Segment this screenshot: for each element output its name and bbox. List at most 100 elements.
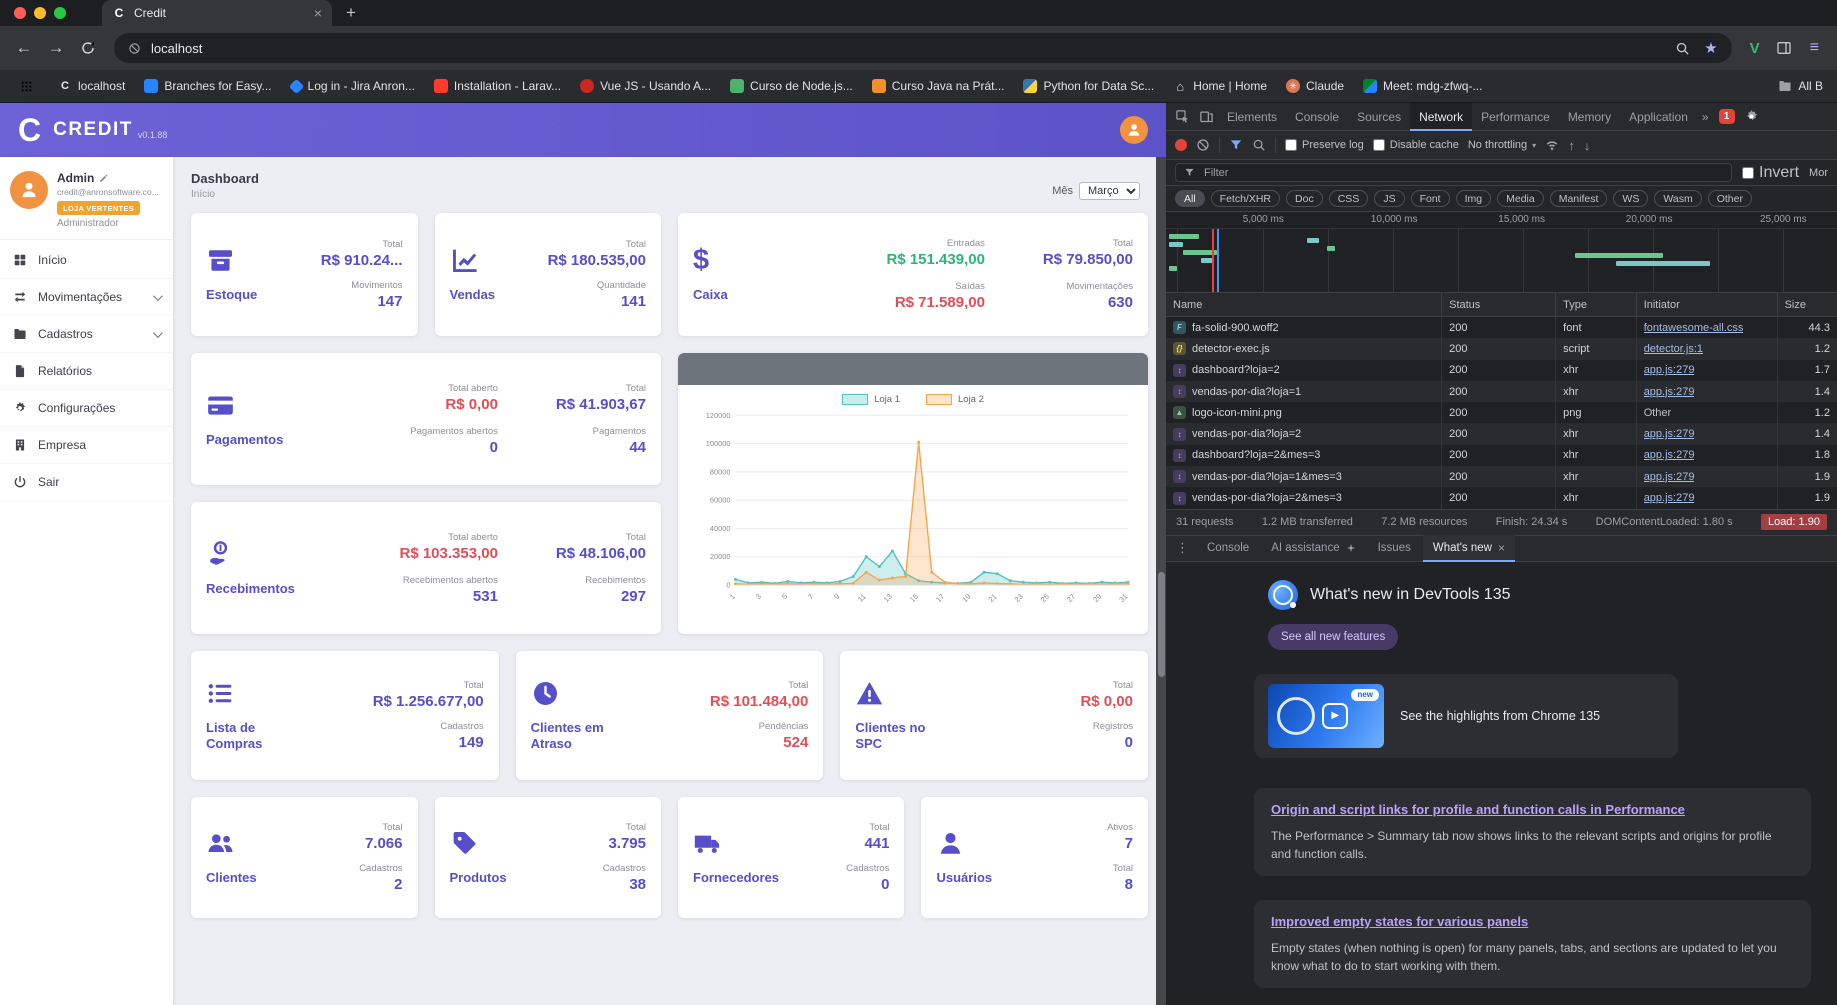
- tab-console[interactable]: Console: [1286, 103, 1348, 131]
- request-initiator-link[interactable]: app.js:279: [1644, 364, 1695, 376]
- import-har-icon[interactable]: ↑: [1568, 138, 1575, 153]
- drawer-menu-icon[interactable]: ⋮: [1170, 540, 1195, 556]
- sidebar-item-cadastros[interactable]: Cadastros: [0, 316, 173, 353]
- card-caixa[interactable]: $ Caixa Entradas R$ 151.439,00 Total R$ 79…: [678, 213, 1148, 336]
- drawer-tab-ai-assistance[interactable]: AI assistance: [1261, 535, 1365, 562]
- more-tabs-icon[interactable]: »: [1697, 110, 1714, 124]
- throttling-select[interactable]: No throttling ▾: [1468, 139, 1536, 151]
- inspect-element-icon[interactable]: [1170, 105, 1194, 129]
- network-overview-timeline[interactable]: 5,000 ms 10,000 ms 15,000 ms 20,000 ms 2…: [1166, 212, 1837, 293]
- chip-wasm[interactable]: Wasm: [1654, 190, 1702, 207]
- card-fornecedores[interactable]: Fornecedores Total 441 Cadastros 0: [678, 797, 905, 918]
- bookmark-item[interactable]: Installation - Larav...: [433, 79, 561, 93]
- bookmark-item[interactable]: Curso Java na Prát...: [871, 79, 1004, 93]
- card-clientes-atraso[interactable]: Clientes em Atraso Total R$ 101.484,00 Pe…: [515, 651, 824, 780]
- chip-manifest[interactable]: Manifest: [1549, 190, 1608, 207]
- card-usuarios[interactable]: Usuários Ativos 7 Total 8: [921, 797, 1148, 918]
- network-request-row[interactable]: ↕ vendas-por-dia?loja=1&mes=3 200 xhr app…: [1166, 466, 1837, 488]
- bookmark-item[interactable]: Meet: mdg-zfwq-...: [1363, 79, 1482, 93]
- card-estoque[interactable]: Estoque Total R$ 910.24... Movimentos 147: [191, 213, 418, 336]
- column-status[interactable]: Status: [1441, 293, 1555, 316]
- bookmark-star-icon[interactable]: ★: [1704, 39, 1717, 57]
- maximize-window-button[interactable]: [54, 7, 66, 19]
- chip-other[interactable]: Other: [1707, 190, 1752, 207]
- feature-link[interactable]: Improved empty states for various panels: [1271, 914, 1528, 929]
- address-bar[interactable]: localhost ★: [114, 33, 1732, 63]
- chip-js[interactable]: JS: [1374, 190, 1405, 207]
- see-all-features-button[interactable]: See all new features: [1268, 623, 1399, 650]
- reload-icon[interactable]: [74, 34, 102, 62]
- chip-media[interactable]: Media: [1497, 190, 1544, 207]
- request-initiator-link[interactable]: app.js:279: [1644, 471, 1695, 483]
- network-request-row[interactable]: {} detector-exec.js 200 script detector.j…: [1166, 338, 1837, 360]
- page-scrollbar[interactable]: [1156, 157, 1166, 1005]
- filter-funnel-icon[interactable]: [1229, 138, 1243, 152]
- column-initiator[interactable]: Initiator: [1635, 293, 1777, 316]
- tab-network[interactable]: Network: [1410, 102, 1473, 131]
- network-request-row[interactable]: ▲ logo-icon-mini.png 200 png Other 1.2: [1166, 402, 1837, 424]
- card-clientes[interactable]: Clientes Total 7.066 Cadastros 2: [191, 797, 418, 918]
- network-request-row[interactable]: Ffa-solid-900.woff2 200 font fontawesome…: [1166, 317, 1837, 339]
- site-info-icon[interactable]: [128, 42, 141, 55]
- invert-checkbox[interactable]: Invert: [1742, 164, 1799, 182]
- tab-elements[interactable]: Elements: [1218, 103, 1286, 131]
- column-size[interactable]: Size: [1776, 293, 1837, 316]
- clear-network-log-icon[interactable]: [1196, 138, 1210, 152]
- network-request-row[interactable]: ↕ vendas-por-dia?loja=2&mes=3 200 xhr app…: [1166, 487, 1837, 509]
- scrollbar-thumb[interactable]: [1157, 572, 1165, 677]
- disable-cache-checkbox[interactable]: Disable cache: [1372, 139, 1459, 151]
- tab-sources[interactable]: Sources: [1348, 103, 1410, 131]
- request-initiator-link[interactable]: app.js:279: [1644, 449, 1695, 461]
- request-initiator-link[interactable]: app.js:279: [1644, 428, 1695, 440]
- card-vendas[interactable]: Vendas Total R$ 180.535,00 Quantidade 141: [434, 213, 661, 336]
- chip-font[interactable]: Font: [1410, 190, 1450, 207]
- drawer-tab-whats-new[interactable]: What's new ×: [1422, 534, 1515, 562]
- more-filters-label[interactable]: Mor: [1809, 167, 1828, 179]
- network-filter-input[interactable]: [1202, 165, 1724, 180]
- month-select[interactable]: Março: [1079, 182, 1140, 200]
- column-name[interactable]: Name: [1166, 293, 1441, 316]
- export-har-icon[interactable]: ↓: [1584, 138, 1591, 153]
- extension-v-icon[interactable]: V: [1750, 40, 1760, 57]
- side-panel-icon[interactable]: [1776, 40, 1792, 56]
- browser-tab[interactable]: C Credit ×: [102, 0, 332, 26]
- drawer-tab-console[interactable]: Console: [1197, 535, 1259, 562]
- new-tab-button[interactable]: +: [346, 3, 356, 23]
- network-conditions-icon[interactable]: [1545, 138, 1559, 152]
- close-window-button[interactable]: [14, 7, 26, 19]
- column-type[interactable]: Type: [1555, 293, 1636, 316]
- edit-pencil-icon[interactable]: [99, 174, 108, 183]
- sidebar-item-empresa[interactable]: Empresa: [0, 427, 173, 464]
- request-initiator-link[interactable]: app.js:279: [1644, 386, 1695, 398]
- bookmark-item[interactable]: ⌂ Home | Home: [1173, 79, 1267, 94]
- tab-performance[interactable]: Performance: [1472, 103, 1559, 131]
- request-initiator-link[interactable]: detector.js:1: [1644, 343, 1703, 355]
- bookmark-item[interactable]: Vue JS - Usando A...: [580, 79, 711, 93]
- bookmark-item[interactable]: Branches for Easy...: [144, 79, 272, 93]
- minimize-window-button[interactable]: [34, 7, 46, 19]
- bookmark-item[interactable]: ✳ Claude: [1286, 79, 1344, 93]
- chip-all[interactable]: All: [1175, 190, 1205, 207]
- request-initiator-link[interactable]: app.js:279: [1644, 492, 1695, 504]
- network-request-row[interactable]: ↕ dashboard?loja=2 200 xhr app.js:279 1.7: [1166, 359, 1837, 381]
- card-pagamentos[interactable]: Pagamentos Total aberto R$ 0,00 Total R$ 4…: [191, 353, 661, 485]
- search-tabs-icon[interactable]: [1675, 41, 1690, 56]
- highlights-video-card[interactable]: new ▶ See the highlights from Chrome 135: [1254, 673, 1678, 758]
- network-request-row[interactable]: ↕ vendas-por-dia?loja=2 200 xhr app.js:27…: [1166, 423, 1837, 445]
- back-icon[interactable]: ←: [10, 34, 38, 62]
- sidebar-item-inicio[interactable]: Início: [0, 242, 173, 279]
- network-request-row[interactable]: ↕ dashboard?loja=2&mes=3 200 xhr app.js:2…: [1166, 444, 1837, 467]
- sidebar-item-relatorios[interactable]: Relatórios: [0, 353, 173, 390]
- chip-img[interactable]: Img: [1455, 190, 1492, 207]
- record-network-log-icon[interactable]: [1175, 139, 1187, 151]
- request-initiator-link[interactable]: fontawesome-all.css: [1644, 322, 1744, 334]
- search-icon[interactable]: [1252, 138, 1266, 152]
- tab-close-icon[interactable]: ×: [314, 5, 322, 21]
- chip-fetch-xhr[interactable]: Fetch/XHR: [1210, 190, 1281, 207]
- card-recebimentos[interactable]: Recebimentos Total aberto R$ 103.353,00 T…: [191, 502, 661, 634]
- bookmark-item[interactable]: Curso de Node.js...: [730, 79, 853, 93]
- card-lista-compras[interactable]: Lista de Compras Total R$ 1.256.677,00 Ca…: [191, 651, 499, 780]
- chip-css[interactable]: CSS: [1328, 190, 1369, 207]
- sidebar-item-configuracoes[interactable]: Configurações: [0, 390, 173, 427]
- sidebar-item-sair[interactable]: Sair: [0, 464, 173, 501]
